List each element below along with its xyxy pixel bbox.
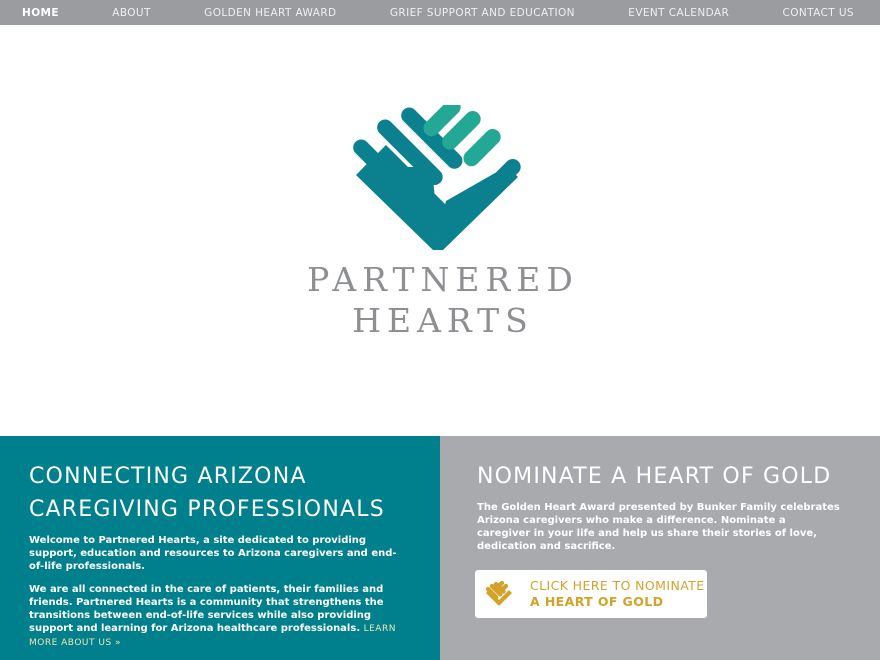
nominate-button-line2: A HEART OF GOLD: [530, 594, 664, 609]
nominate-heading: NOMINATE A HEART OF GOLD: [477, 464, 832, 489]
connecting-panel: CONNECTING ARIZONA CAREGIVING PROFESSION…: [0, 436, 440, 660]
gold-hands-heart-icon: [485, 581, 512, 606]
nav-golden-heart-award[interactable]: GOLDEN HEART AWARD: [204, 7, 336, 19]
nav-home[interactable]: HOME: [22, 7, 59, 19]
learn-more-arrow: »: [115, 638, 122, 648]
top-navigation: HOME ABOUT GOLDEN HEART AWARD GRIEF SUPP…: [0, 0, 880, 25]
nominate-button-label: CLICK HERE TO NOMINATE A HEART OF GOLD: [530, 578, 705, 610]
hero-section: PARTNERED HEARTS: [0, 25, 880, 436]
nominate-panel: NOMINATE A HEART OF GOLD The Golden Hear…: [440, 436, 880, 660]
community-text: We are all connected in the care of pati…: [29, 584, 384, 634]
connecting-heading-line2: CAREGIVING PROFESSIONALS: [29, 497, 385, 522]
community-paragraph: We are all connected in the care of pati…: [29, 583, 410, 650]
hands-heart-logo-icon: [353, 105, 521, 250]
connecting-heading-line1: CONNECTING ARIZONA: [29, 464, 307, 489]
connecting-heading: CONNECTING ARIZONA CAREGIVING PROFESSION…: [29, 460, 410, 526]
brand-name-line2: HEARTS: [352, 301, 534, 340]
brand-name-line1: PARTNERED: [307, 260, 579, 299]
nav-event-calendar[interactable]: EVENT CALENDAR: [628, 7, 729, 19]
nav-grief-support[interactable]: GRIEF SUPPORT AND EDUCATION: [390, 7, 575, 19]
nav-contact-us[interactable]: CONTACT US: [783, 7, 854, 19]
award-description: The Golden Heart Award presented by Bunk…: [477, 502, 840, 552]
nav-about[interactable]: ABOUT: [112, 7, 151, 19]
nominate-button-line1: CLICK HERE TO NOMINATE: [530, 578, 705, 593]
welcome-paragraph: Welcome to Partnered Hearts, a site dedi…: [29, 535, 397, 572]
nominate-button[interactable]: CLICK HERE TO NOMINATE A HEART OF GOLD: [475, 570, 707, 618]
